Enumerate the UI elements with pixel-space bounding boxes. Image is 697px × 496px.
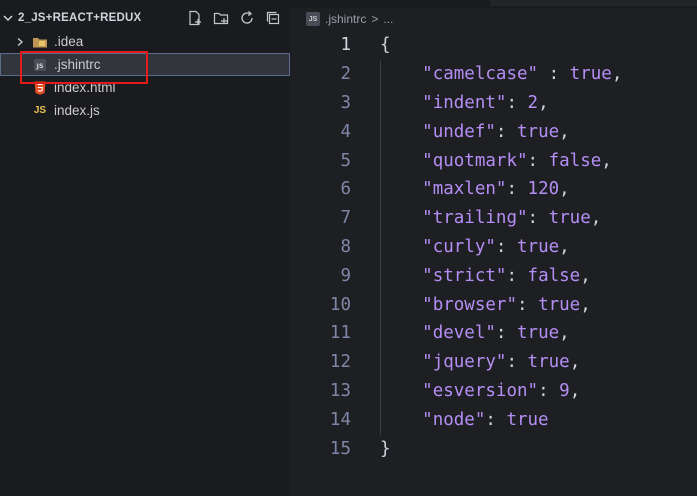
file-icon: JS bbox=[32, 57, 48, 73]
chevron-right-icon[interactable] bbox=[12, 34, 28, 50]
collapse-icon[interactable] bbox=[263, 8, 283, 28]
explorer-header[interactable]: 2_JS+REACT+REDUX bbox=[0, 6, 290, 30]
js-file-icon: JS bbox=[33, 105, 47, 116]
code-line[interactable]: 4 "undef": true, bbox=[290, 117, 697, 146]
line-number: 1 bbox=[340, 35, 351, 56]
code-line[interactable]: 1{ bbox=[290, 31, 697, 60]
new-folder-icon[interactable] bbox=[211, 8, 231, 28]
line-number: 13 bbox=[329, 380, 351, 401]
tree-item-label: .idea bbox=[54, 34, 84, 49]
refresh-icon[interactable] bbox=[237, 8, 257, 28]
line-text: "maxlen": 120, bbox=[422, 179, 570, 200]
code-line[interactable]: 10 "browser": true, bbox=[290, 290, 697, 319]
code-line[interactable]: 6 "maxlen": 120, bbox=[290, 175, 697, 204]
line-number: 6 bbox=[340, 179, 351, 200]
code-line[interactable]: 13 "esversion": 9, bbox=[290, 377, 697, 406]
code-line[interactable]: 8 "curly": true, bbox=[290, 233, 697, 262]
line-text: { bbox=[380, 35, 391, 56]
line-number: 10 bbox=[329, 294, 351, 315]
code-line[interactable]: 5 "quotmark": false, bbox=[290, 146, 697, 175]
html-file-icon bbox=[32, 80, 48, 96]
line-text: "strict": false, bbox=[422, 265, 591, 286]
tree-item-index-html[interactable]: index.html bbox=[0, 76, 290, 99]
tab-strip bbox=[290, 0, 697, 8]
line-number: 3 bbox=[340, 92, 351, 113]
explorer-actions bbox=[185, 8, 283, 28]
code-line[interactable]: 3 "indent": 2, bbox=[290, 89, 697, 118]
line-number: 4 bbox=[340, 121, 351, 142]
line-number: 2 bbox=[340, 64, 351, 85]
breadcrumb-separator: > bbox=[371, 12, 379, 26]
file-icon: JS bbox=[306, 12, 320, 26]
line-number: 12 bbox=[329, 352, 351, 373]
line-text: "quotmark": false, bbox=[422, 150, 612, 171]
workspace-title: 2_JS+REACT+REDUX bbox=[18, 12, 142, 24]
line-text: "curly": true, bbox=[422, 236, 570, 257]
code-line[interactable]: 11 "devel": true, bbox=[290, 319, 697, 348]
line-text: "indent": 2, bbox=[422, 92, 549, 113]
tree-item-label: index.html bbox=[54, 80, 116, 95]
line-text: "jquery": true, bbox=[422, 352, 581, 373]
breadcrumb-more[interactable]: ... bbox=[383, 12, 393, 26]
line-text: "esversion": 9, bbox=[422, 380, 581, 401]
line-text: "camelcase" : true, bbox=[422, 64, 623, 85]
file-tree: .idea JS .jshintrc index.html JS index.j… bbox=[0, 30, 290, 122]
tree-item-jshintrc[interactable]: JS .jshintrc bbox=[0, 53, 290, 76]
code-editor: JS .jshintrc > ... 1{2 "camelcase" : tru… bbox=[290, 0, 697, 496]
code-line[interactable]: 12 "jquery": true, bbox=[290, 348, 697, 377]
line-number: 8 bbox=[340, 236, 351, 257]
tree-item-index-js[interactable]: JS index.js bbox=[0, 99, 290, 122]
line-number: 14 bbox=[329, 409, 351, 430]
chevron-down-icon[interactable] bbox=[0, 10, 16, 26]
line-text: "trailing": true, bbox=[422, 208, 602, 229]
line-number: 11 bbox=[329, 323, 351, 344]
code-line[interactable]: 15} bbox=[290, 434, 697, 463]
line-text: "undef": true, bbox=[422, 121, 570, 142]
line-number: 5 bbox=[340, 150, 351, 171]
breadcrumb-file[interactable]: .jshintrc bbox=[325, 12, 366, 26]
code-lines[interactable]: 1{2 "camelcase" : true, 3 "indent": 2, 4 "… bbox=[290, 31, 697, 463]
breadcrumb: JS .jshintrc > ... bbox=[306, 10, 393, 28]
line-number: 15 bbox=[329, 438, 351, 459]
code-line[interactable]: 2 "camelcase" : true, bbox=[290, 60, 697, 89]
explorer-sidebar: 2_JS+REACT+REDUX .idea JS .jshintrc inde… bbox=[0, 0, 290, 496]
folder-icon bbox=[32, 34, 48, 50]
tree-item-label: .jshintrc bbox=[54, 57, 101, 72]
code-line[interactable]: 9 "strict": false, bbox=[290, 261, 697, 290]
line-number: 9 bbox=[340, 265, 351, 286]
svg-text:JS: JS bbox=[35, 62, 43, 70]
tree-item-label: index.js bbox=[54, 103, 100, 118]
line-text: } bbox=[380, 438, 391, 459]
code-line[interactable]: 7 "trailing": true, bbox=[290, 204, 697, 233]
line-text: "devel": true, bbox=[422, 323, 570, 344]
code-line[interactable]: 14 "node": true bbox=[290, 405, 697, 434]
line-text: "browser": true, bbox=[422, 294, 591, 315]
tree-item-idea[interactable]: .idea bbox=[0, 30, 290, 53]
new-file-icon[interactable] bbox=[185, 8, 205, 28]
line-number: 7 bbox=[340, 208, 351, 229]
line-text: "node": true bbox=[422, 409, 549, 430]
vscode-window: 2_JS+REACT+REDUX .idea JS .jshintrc inde… bbox=[0, 0, 697, 496]
